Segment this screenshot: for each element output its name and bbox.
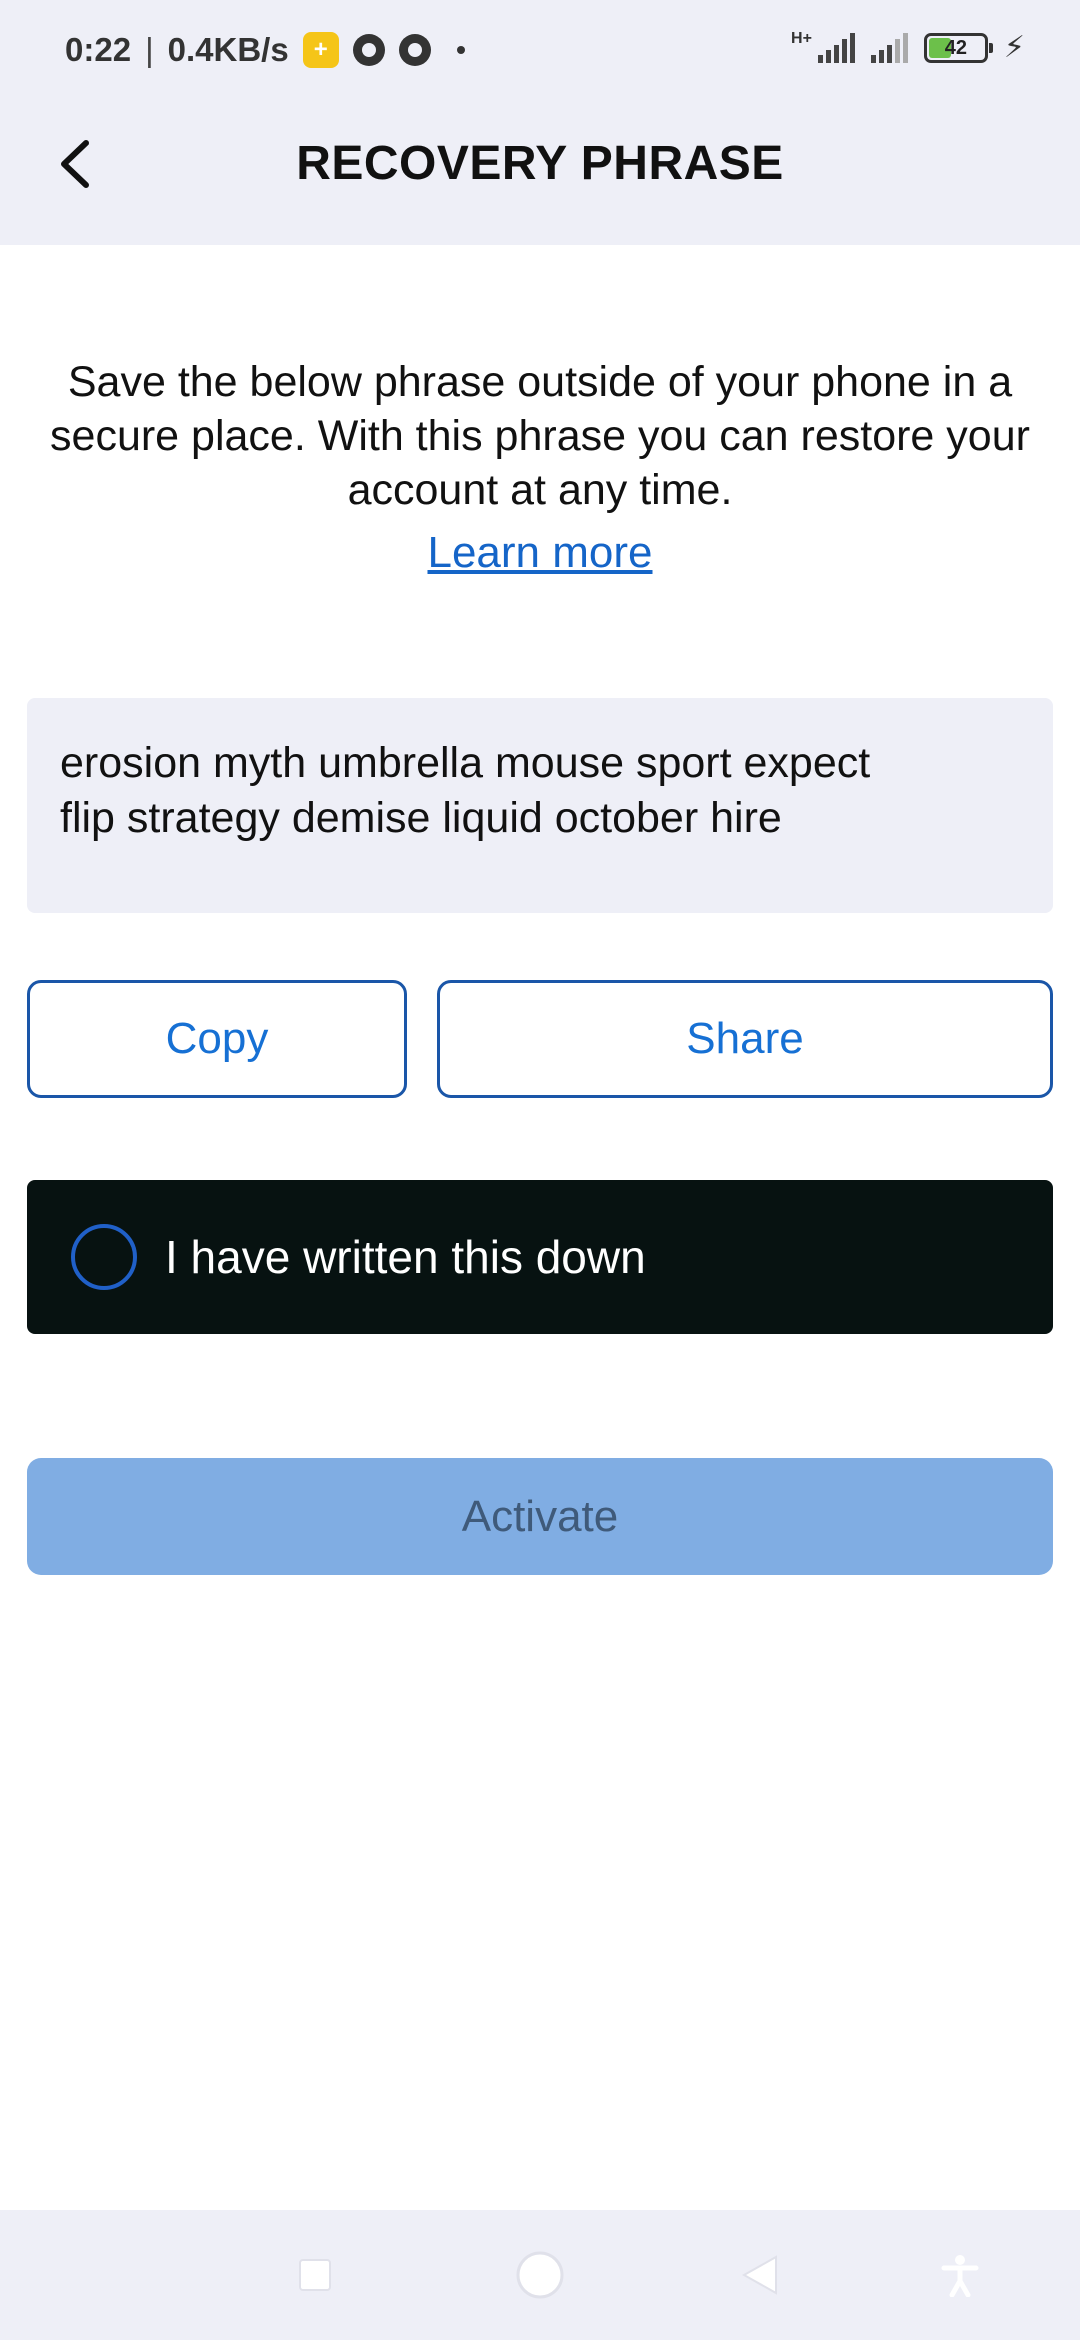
written-down-label: I have written this down <box>165 1231 646 1283</box>
page-title: RECOVERY PHRASE <box>296 137 784 190</box>
status-network-speed: 0.4KB/s <box>167 31 289 68</box>
intro-line: account at any time. <box>347 466 733 514</box>
intro-line: secure place. With this phrase you can r… <box>50 412 1030 460</box>
intro-text: Save the below phrase outside of your ph… <box>0 355 1080 517</box>
intro-line: Save the below phrase outside of your ph… <box>67 358 1013 406</box>
notification-icon: + <box>302 32 339 68</box>
signal-icon <box>817 32 855 63</box>
system-nav-bar <box>0 2210 1080 2340</box>
phrase-line: flip strategy demise liquid october hire <box>60 794 782 842</box>
status-separator: | <box>145 31 154 68</box>
learn-more-container: Learn more <box>0 528 1080 578</box>
battery-level: 42 <box>944 36 968 59</box>
recents-button[interactable] <box>280 2240 350 2310</box>
system-back-button[interactable] <box>725 2240 795 2310</box>
status-time: 0:22 <box>65 31 132 68</box>
phrase-line: erosion myth umbrella mouse sport expect <box>60 739 871 787</box>
network-type-label: H+ <box>791 30 812 47</box>
status-bar: 0:22 | 0.4KB/s + H+ 42 ⚡ <box>0 0 1080 100</box>
activate-button[interactable]: Activate <box>27 1458 1053 1575</box>
chrome-icon <box>352 34 385 66</box>
chrome-icon <box>398 34 431 66</box>
recovery-phrase-box: erosion myth umbrella mouse sport expect… <box>27 698 1053 913</box>
chevron-left-icon <box>61 140 89 188</box>
back-button[interactable] <box>40 128 112 200</box>
written-down-checkbox-row[interactable]: I have written this down <box>27 1180 1053 1334</box>
more-notifications-dot-icon <box>456 46 465 54</box>
share-button[interactable]: Share <box>437 980 1053 1098</box>
circle-icon <box>516 2251 564 2299</box>
home-button[interactable] <box>505 2240 575 2310</box>
charging-icon: ⚡ <box>1003 31 1025 64</box>
square-icon <box>299 2259 331 2291</box>
copy-button[interactable]: Copy <box>27 980 407 1098</box>
accessibility-icon <box>941 2255 979 2297</box>
battery-icon: 42 <box>923 32 993 63</box>
signal-secondary-icon <box>870 32 908 63</box>
learn-more-link[interactable]: Learn more <box>427 528 652 577</box>
written-down-radio[interactable] <box>71 1224 137 1290</box>
app-header: RECOVERY PHRASE <box>0 100 1080 245</box>
triangle-back-icon <box>741 2255 777 2295</box>
accessibility-button[interactable] <box>925 2240 995 2310</box>
